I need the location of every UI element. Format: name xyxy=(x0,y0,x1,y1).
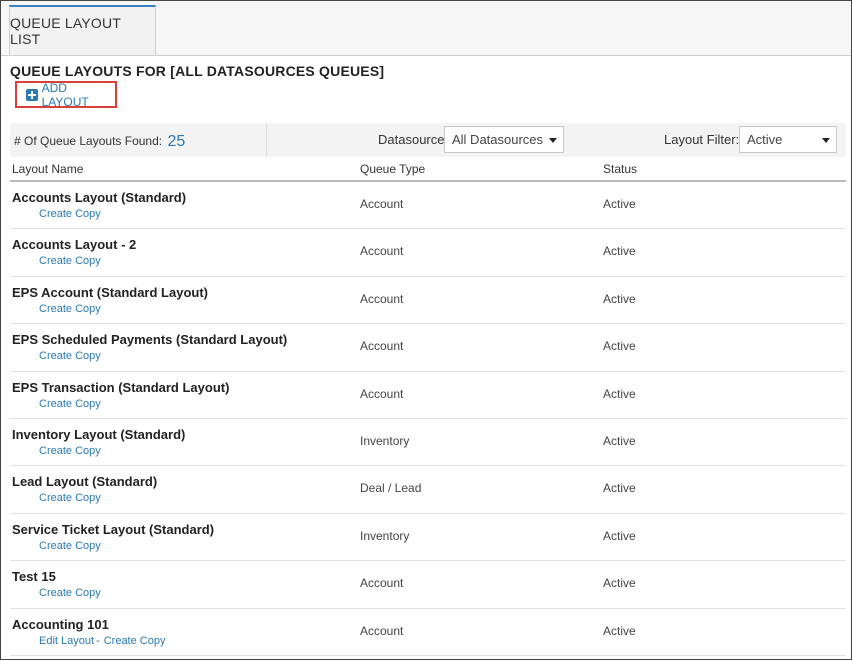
tab-label: QUEUE LAYOUT LIST xyxy=(10,15,121,47)
row-actions: Create Copy xyxy=(39,445,101,457)
tab-bar: QUEUE LAYOUT LIST xyxy=(1,1,851,56)
layout-status: Active xyxy=(603,528,636,543)
queue-type: Account xyxy=(360,576,404,591)
layout-name: EPS Account (Standard Layout) xyxy=(12,284,208,300)
layout-name: EPS Transaction (Standard Layout) xyxy=(12,379,230,395)
layout-filter-label: Layout Filter: xyxy=(664,132,740,147)
layout-name: Service Ticket Layout (Standard) xyxy=(12,521,215,537)
queue-type: Account xyxy=(360,386,404,401)
layout-filter-select-value: Active xyxy=(747,132,783,147)
create-copy-link[interactable]: Create Copy xyxy=(39,445,101,457)
layout-status: Active xyxy=(603,623,636,638)
layout-count-value: 25 xyxy=(167,133,186,150)
queue-layout-table: Layout Name Queue Type Status Accounts L… xyxy=(10,157,846,656)
datasource-select[interactable]: All Datasources xyxy=(444,126,564,153)
create-copy-link[interactable]: Create Copy xyxy=(39,303,101,315)
table-row: Lead Layout (Standard) Create Copy Deal / … xyxy=(10,466,846,514)
create-copy-link[interactable]: Create Copy xyxy=(39,255,101,267)
table-row: Accounts Layout (Standard) Create Copy Acc… xyxy=(10,182,846,230)
layout-count: # Of Queue Layouts Found: 25 xyxy=(14,133,185,151)
create-copy-link[interactable]: Create Copy xyxy=(39,208,101,220)
create-copy-link[interactable]: Create Copy xyxy=(39,587,101,599)
create-copy-link[interactable]: Create Copy xyxy=(39,540,101,552)
column-header-layout-name: Layout Name xyxy=(12,162,84,176)
table-row: Accounts Layout - 2 Create Copy Account Act… xyxy=(10,229,846,277)
datasource-select-value: All Datasources xyxy=(452,132,544,147)
add-layout-label: ADD LAYOUT xyxy=(41,80,89,109)
queue-type: Inventory xyxy=(360,433,410,448)
row-actions: Create Copy xyxy=(39,350,101,362)
row-actions: Create Copy xyxy=(39,303,101,315)
plus-square-icon xyxy=(26,88,38,101)
row-actions: Create Copy xyxy=(39,398,101,410)
layout-status: Active xyxy=(603,386,636,401)
tab-queue-layout-list[interactable]: QUEUE LAYOUT LIST xyxy=(9,5,156,55)
filter-divider xyxy=(266,123,267,157)
layout-name: Accounts Layout (Standard) xyxy=(12,190,187,205)
layout-filter-select[interactable]: Active xyxy=(739,126,837,153)
table-header: Layout Name Queue Type Status xyxy=(10,157,846,182)
queue-type: Account xyxy=(360,291,404,306)
window-frame: QUEUE LAYOUT LIST QUEUE LAYOUTS FOR [ALL… xyxy=(0,0,852,660)
create-copy-link[interactable]: Create Copy xyxy=(104,635,166,647)
layout-status: Active xyxy=(603,291,636,306)
page-title: QUEUE LAYOUTS FOR [ALL DATASOURCES QUEUE… xyxy=(10,63,385,79)
create-copy-link[interactable]: Create Copy xyxy=(39,350,101,362)
layout-name: Inventory Layout (Standard) xyxy=(12,426,186,442)
table-row: EPS Transaction (Standard Layout) Create … xyxy=(10,372,846,419)
row-actions: Edit Layout - Create Copy xyxy=(39,635,165,647)
layout-status: Active xyxy=(603,576,636,591)
queue-type: Account xyxy=(360,339,404,354)
datasource-label: Datasource: xyxy=(378,132,449,147)
layout-status: Active xyxy=(603,244,636,259)
table-row: Accounting 101 Edit Layout - Create Copy Acc… xyxy=(10,609,846,656)
queue-type: Account xyxy=(360,623,404,638)
layout-name: Lead Layout (Standard) xyxy=(12,474,158,490)
column-header-queue-type: Queue Type xyxy=(360,162,426,176)
table-row: EPS Account (Standard Layout) Create Copy… xyxy=(10,277,846,325)
create-copy-link[interactable]: Create Copy xyxy=(39,492,101,504)
filter-bar: # Of Queue Layouts Found: 25 Datasource:… xyxy=(10,123,846,157)
layout-name: Accounting 101 xyxy=(12,616,109,632)
layout-name: Test 15 xyxy=(12,569,56,585)
caret-down-icon xyxy=(549,138,557,143)
queue-type: Account xyxy=(360,244,404,259)
link-separator: - xyxy=(96,634,100,647)
add-layout-button[interactable]: ADD LAYOUT xyxy=(15,80,117,109)
table-row: EPS Scheduled Payments (Standard Layout)… xyxy=(10,324,846,372)
layout-name: Accounts Layout - 2 xyxy=(12,237,137,253)
layout-status: Active xyxy=(603,197,636,211)
queue-type: Deal / Lead xyxy=(360,481,422,496)
column-header-status: Status xyxy=(603,162,638,176)
create-copy-link[interactable]: Create Copy xyxy=(39,398,101,410)
caret-down-icon xyxy=(822,138,830,143)
table-body: Accounts Layout (Standard) Create Copy Acc… xyxy=(10,182,846,656)
layout-status: Active xyxy=(603,433,636,448)
row-actions: Create Copy xyxy=(39,255,101,267)
table-row: Service Ticket Layout (Standard) Create C… xyxy=(10,514,846,562)
layout-status: Active xyxy=(603,339,636,354)
row-actions: Create Copy xyxy=(39,492,101,504)
table-row: Test 15 Create Copy Account Active xyxy=(10,561,846,609)
queue-type: Account xyxy=(360,197,404,211)
row-actions: Create Copy xyxy=(39,208,101,220)
row-actions: Create Copy xyxy=(39,587,101,599)
layout-count-label: # Of Queue Layouts Found: xyxy=(14,134,163,148)
layout-status: Active xyxy=(603,481,636,496)
edit-layout-link[interactable]: Edit Layout xyxy=(39,635,94,647)
row-actions: Create Copy xyxy=(39,540,101,552)
queue-type: Inventory xyxy=(360,528,410,543)
table-row: Inventory Layout (Standard) Create Copy In… xyxy=(10,419,846,467)
layout-name: EPS Scheduled Payments (Standard Layout) xyxy=(12,332,288,348)
